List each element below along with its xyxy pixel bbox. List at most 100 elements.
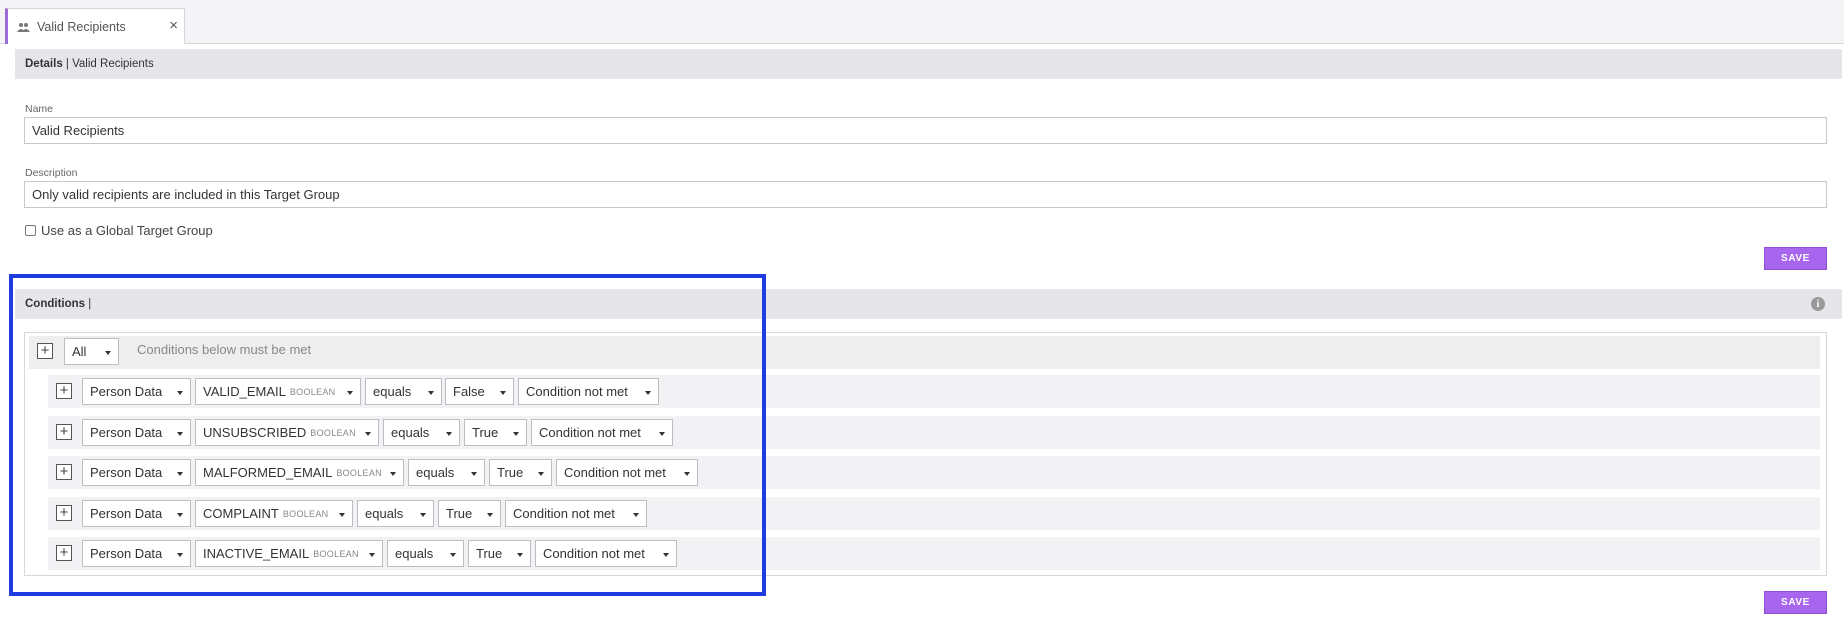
add-condition-icon[interactable]: + [56, 545, 72, 561]
add-condition-icon[interactable]: + [56, 424, 72, 440]
source-select[interactable]: Person Data [82, 459, 191, 486]
source-value: Person Data [90, 384, 163, 399]
global-target-group-option[interactable]: Use as a Global Target Group [25, 223, 213, 238]
chevron-down-icon [420, 513, 426, 517]
value-select[interactable]: True [489, 459, 552, 486]
chevron-down-icon [450, 553, 456, 557]
source-value: Person Data [90, 546, 163, 561]
value-value: True [497, 465, 524, 480]
negation-value: Condition not met [539, 425, 641, 440]
value-select[interactable]: False [445, 378, 514, 405]
chevron-down-icon [487, 513, 493, 517]
field-select[interactable]: VALID_EMAIL BOOLEAN [195, 378, 361, 405]
conditions-header: Conditions | [15, 289, 1842, 319]
add-condition-icon[interactable]: + [56, 505, 72, 521]
chevron-down-icon [659, 432, 665, 436]
negation-select[interactable]: Condition not met [505, 500, 647, 527]
chevron-down-icon [645, 391, 651, 395]
field-type: BOOLEAN [282, 508, 329, 519]
name-field[interactable]: Valid Recipients [24, 117, 1827, 144]
chevron-down-icon [538, 472, 544, 476]
field-select[interactable]: INACTIVE_EMAIL BOOLEAN [195, 540, 383, 567]
field-type: BOOLEAN [313, 548, 359, 559]
name-label: Name [25, 103, 54, 115]
source-value: Person Data [90, 465, 163, 480]
operator-value: equals [395, 546, 434, 561]
tab-bar: Valid Recipients × [0, 0, 1844, 44]
value-select[interactable]: True [438, 500, 501, 527]
operator-select[interactable]: equals [357, 500, 434, 527]
chevron-down-icon [177, 432, 183, 436]
negation-value: Condition not met [526, 384, 628, 399]
operator-select[interactable]: equals [383, 419, 460, 446]
chevron-down-icon [347, 391, 353, 395]
users-icon [17, 22, 31, 32]
field-value: VALID_EMAIL [203, 384, 286, 399]
group-operator-select[interactable]: All [64, 338, 119, 365]
group-description: Conditions below must be met [137, 342, 312, 357]
details-header-subtitle: | Valid Recipients [62, 58, 154, 70]
value-value: False [453, 384, 485, 399]
chevron-down-icon [177, 391, 183, 395]
field-select[interactable]: UNSUBSCRIBED BOOLEAN [195, 419, 379, 446]
chevron-down-icon [390, 472, 396, 476]
operator-select[interactable]: equals [387, 540, 464, 567]
description-field[interactable]: Only valid recipients are included in th… [24, 181, 1827, 208]
chevron-down-icon [177, 513, 183, 517]
chevron-down-icon [633, 513, 639, 517]
negation-select[interactable]: Condition not met [518, 378, 659, 405]
source-value: Person Data [90, 506, 163, 521]
add-condition-icon[interactable]: + [37, 343, 53, 359]
tab-valid-recipients[interactable]: Valid Recipients × [5, 8, 185, 44]
source-value: Person Data [90, 425, 163, 440]
operator-value: equals [365, 506, 404, 521]
field-select[interactable]: MALFORMED_EMAIL BOOLEAN [195, 459, 404, 486]
value-select[interactable]: True [464, 419, 527, 446]
source-select[interactable]: Person Data [82, 419, 191, 446]
negation-value: Condition not met [513, 506, 615, 521]
global-target-group-checkbox[interactable] [25, 225, 36, 236]
value-value: True [446, 506, 473, 521]
chevron-down-icon [177, 472, 183, 476]
tab-title: Valid Recipients [37, 19, 126, 34]
chevron-down-icon [428, 391, 434, 395]
details-header-title: Details [25, 58, 63, 70]
conditions-save-button[interactable]: SAVE [1764, 591, 1827, 614]
field-value: COMPLAINT [203, 506, 279, 521]
source-select[interactable]: Person Data [82, 500, 191, 527]
details-save-button[interactable]: SAVE [1764, 247, 1827, 270]
field-select[interactable]: COMPLAINT BOOLEAN [195, 500, 353, 527]
chevron-down-icon [517, 553, 523, 557]
chevron-down-icon [369, 553, 375, 557]
operator-value: equals [391, 425, 430, 440]
chevron-down-icon [684, 472, 690, 476]
negation-select[interactable]: Condition not met [531, 419, 673, 446]
global-target-group-label: Use as a Global Target Group [41, 223, 213, 238]
field-type: BOOLEAN [289, 386, 336, 397]
source-select[interactable]: Person Data [82, 540, 191, 567]
add-condition-icon[interactable]: + [56, 383, 72, 399]
conditions-header-subtitle: | [85, 298, 92, 310]
close-icon[interactable]: × [169, 17, 178, 34]
negation-select[interactable]: Condition not met [535, 540, 677, 567]
field-type: BOOLEAN [336, 467, 382, 478]
chevron-down-icon [365, 432, 371, 436]
operator-value: equals [373, 384, 412, 399]
field-value: MALFORMED_EMAIL [203, 465, 333, 480]
info-icon[interactable]: i [1811, 297, 1825, 311]
negation-select[interactable]: Condition not met [556, 459, 698, 486]
value-select[interactable]: True [468, 540, 531, 567]
details-header: Details | Valid Recipients [15, 49, 1842, 79]
negation-value: Condition not met [543, 546, 645, 561]
value-value: True [472, 425, 499, 440]
value-value: True [476, 546, 503, 561]
source-select[interactable]: Person Data [82, 378, 191, 405]
negation-value: Condition not met [564, 465, 666, 480]
chevron-down-icon [105, 351, 111, 355]
conditions-header-title: Conditions [25, 298, 86, 310]
operator-select[interactable]: equals [408, 459, 485, 486]
add-condition-icon[interactable]: + [56, 464, 72, 480]
operator-select[interactable]: equals [365, 378, 442, 405]
field-value: INACTIVE_EMAIL [203, 546, 310, 561]
field-value: UNSUBSCRIBED [203, 425, 307, 440]
